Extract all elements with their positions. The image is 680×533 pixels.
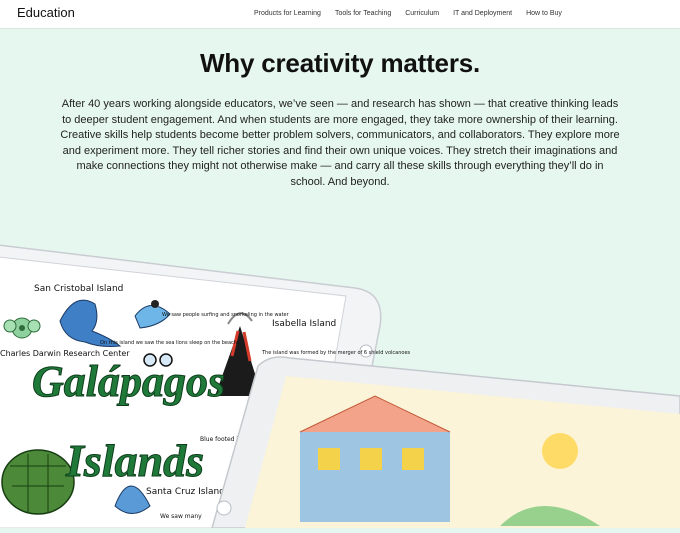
ipad-front-home-button <box>216 500 232 516</box>
nav-item-how-to-buy[interactable]: How to Buy <box>526 10 562 17</box>
ipad-artwork: Galápagos Islands San Cristobal Island I… <box>0 244 680 529</box>
nav-item-it-and-deployment[interactable]: IT and Deployment <box>453 10 512 17</box>
window-drawing <box>360 448 382 470</box>
nav-item-tools-for-teaching[interactable]: Tools for Teaching <box>335 10 391 17</box>
label-charles: Charles Darwin Research Center <box>0 349 130 358</box>
label-santa-cruz: Santa Cruz Island <box>146 487 225 497</box>
window-drawing <box>318 448 340 470</box>
label-volcano-note: The island was formed by the merger of 6… <box>261 350 411 356</box>
nav-menu: Products for Learning Tools for Teaching… <box>254 10 576 17</box>
surfer-head <box>151 300 159 308</box>
label-seals-note: On this island we saw the sea lions slee… <box>100 340 239 346</box>
label-surfing-note: We saw people surfing and snorkeling in … <box>162 312 290 318</box>
sun-drawing <box>542 433 578 469</box>
label-san-cristobal: San Cristobal Island <box>34 284 123 294</box>
label-isabella: Isabella Island <box>272 319 336 329</box>
ipad-illustration: Galápagos Islands San Cristobal Island I… <box>0 236 680 529</box>
hero-title: Why creativity matters. <box>199 48 481 78</box>
hero-body: After 40 years working alongside educato… <box>60 98 620 188</box>
nav-item-products-for-learning[interactable]: Products for Learning <box>254 10 321 17</box>
galapagos-lettering: Galápagos <box>32 357 225 406</box>
window-drawing <box>402 448 424 470</box>
label-we-saw: We saw many <box>160 513 202 520</box>
brand-title[interactable]: Education <box>17 5 75 20</box>
global-nav: Education Products for Learning Tools fo… <box>0 0 680 29</box>
nav-item-curriculum[interactable]: Curriculum <box>405 10 439 17</box>
islands-lettering: Islands <box>65 435 204 486</box>
tortoise-drawing <box>1 449 75 515</box>
building-drawing <box>300 432 450 522</box>
